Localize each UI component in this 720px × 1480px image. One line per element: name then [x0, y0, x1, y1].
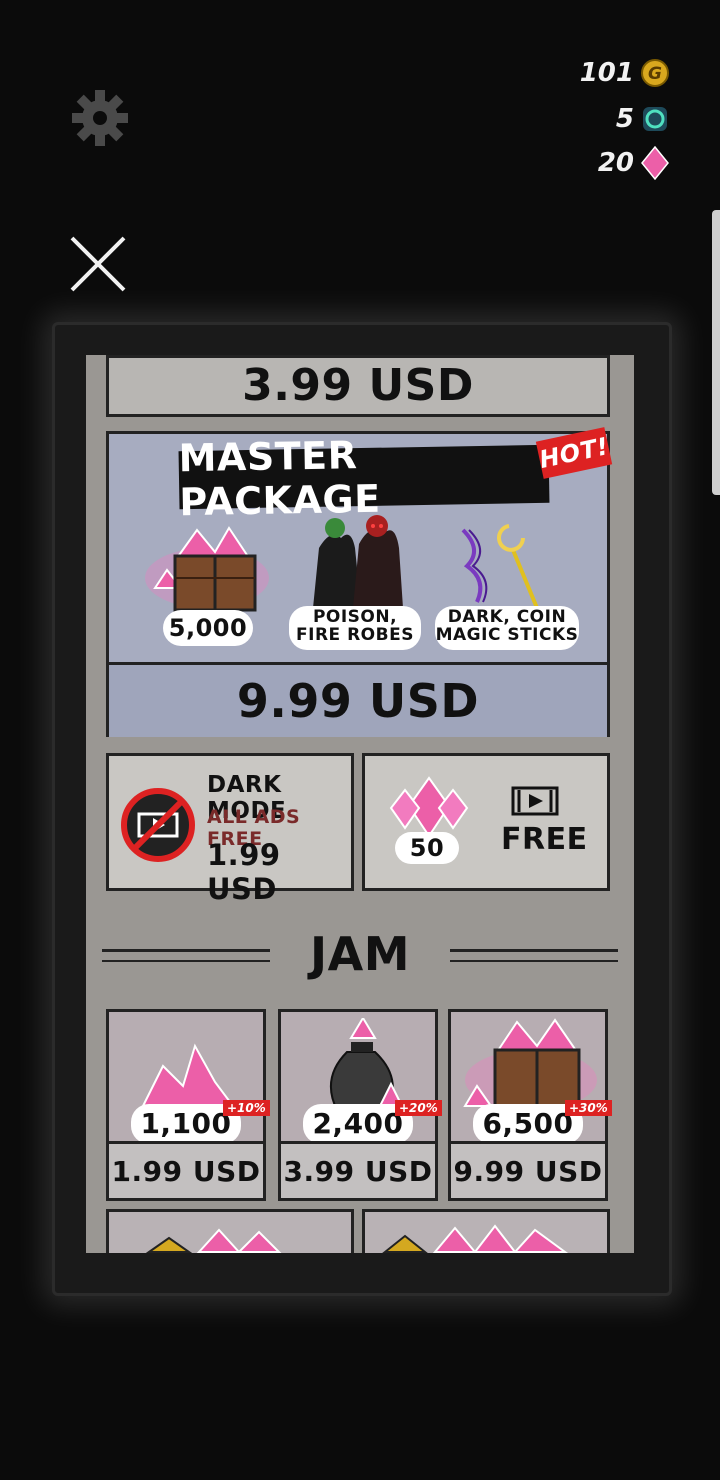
jam-title: JAM	[310, 927, 410, 981]
jam-section-header: JAM	[86, 927, 634, 981]
free-gems-card[interactable]: 50 FREE	[362, 753, 610, 891]
gold-amount: 101	[579, 58, 634, 88]
master-package-price[interactable]: 9.99 USD	[109, 662, 607, 737]
robes-label: POISON, FIRE ROBES	[289, 606, 421, 650]
shop-scroll-area[interactable]: 3.99 USD MASTER PACKAGE HOT! 5,000 POISO…	[86, 355, 634, 1253]
free-label: FREE	[501, 822, 588, 857]
free-gems-amount-text: 50	[409, 834, 445, 862]
scrollbar-thumb[interactable]	[712, 210, 720, 495]
jam-item-card[interactable]: 1,100 +10% 1.99 USD	[106, 1009, 270, 1201]
pink-diamond-icon	[640, 146, 670, 180]
diamond-currency: 20	[597, 146, 670, 180]
dark-mode-card[interactable]: DARK MODE ALL ADS FREE 1.99 USD	[106, 753, 354, 906]
jam-divider-left	[102, 949, 270, 962]
gem-chest-icon	[137, 518, 277, 618]
gold-coin-icon: G	[640, 58, 670, 88]
jam-price: 1.99 USD	[109, 1141, 263, 1198]
jam-item-card[interactable]: 2,400 +20% 3.99 USD	[278, 1009, 442, 1201]
teal-amount: 5	[615, 104, 634, 134]
jam-price: 9.99 USD	[451, 1141, 605, 1198]
free-gems-amount: 50	[395, 832, 459, 864]
close-icon[interactable]	[66, 232, 130, 296]
next-offer-card[interactable]	[362, 1209, 610, 1253]
previous-offer-price-card[interactable]: 3.99 USD	[106, 355, 610, 417]
jam-divider-right	[450, 949, 618, 962]
no-ads-icon	[119, 786, 197, 864]
jam-bonus-badge: +30%	[565, 1100, 612, 1116]
jam-bonus-badge: +10%	[223, 1100, 270, 1116]
jam-item-card[interactable]: 6,500 +30% 9.99 USD	[448, 1009, 612, 1201]
dark-mode-price: 1.99 USD	[207, 838, 281, 906]
gem-chest-icon	[145, 1228, 282, 1253]
jam-price: 3.99 USD	[281, 1141, 435, 1198]
gold-currency: 101 G	[580, 58, 670, 88]
master-package-title: MASTER PACKAGE	[178, 433, 550, 524]
next-offer-card[interactable]	[106, 1209, 354, 1253]
teal-currency: 5	[616, 104, 670, 134]
master-package-card[interactable]: MASTER PACKAGE HOT! 5,000 POISON, FIRE R…	[106, 427, 613, 737]
teal-gem-icon	[640, 104, 670, 134]
robes-icon	[305, 508, 405, 612]
diamond-amount: 20	[597, 148, 634, 178]
master-gems-amount: 5,000	[163, 610, 253, 646]
previous-offer-price: 3.99 USD	[242, 360, 474, 411]
gem-sack-icon	[317, 1016, 407, 1114]
video-ad-icon	[511, 786, 559, 816]
gem-chest-icon	[382, 1224, 569, 1253]
svg-text:G: G	[648, 64, 662, 84]
magic-sticks-label: DARK, COIN MAGIC STICKS	[435, 606, 579, 650]
settings-gear-icon[interactable]	[68, 86, 132, 150]
jam-bonus-badge: +20%	[395, 1100, 442, 1116]
magic-sticks-icon	[453, 520, 563, 610]
